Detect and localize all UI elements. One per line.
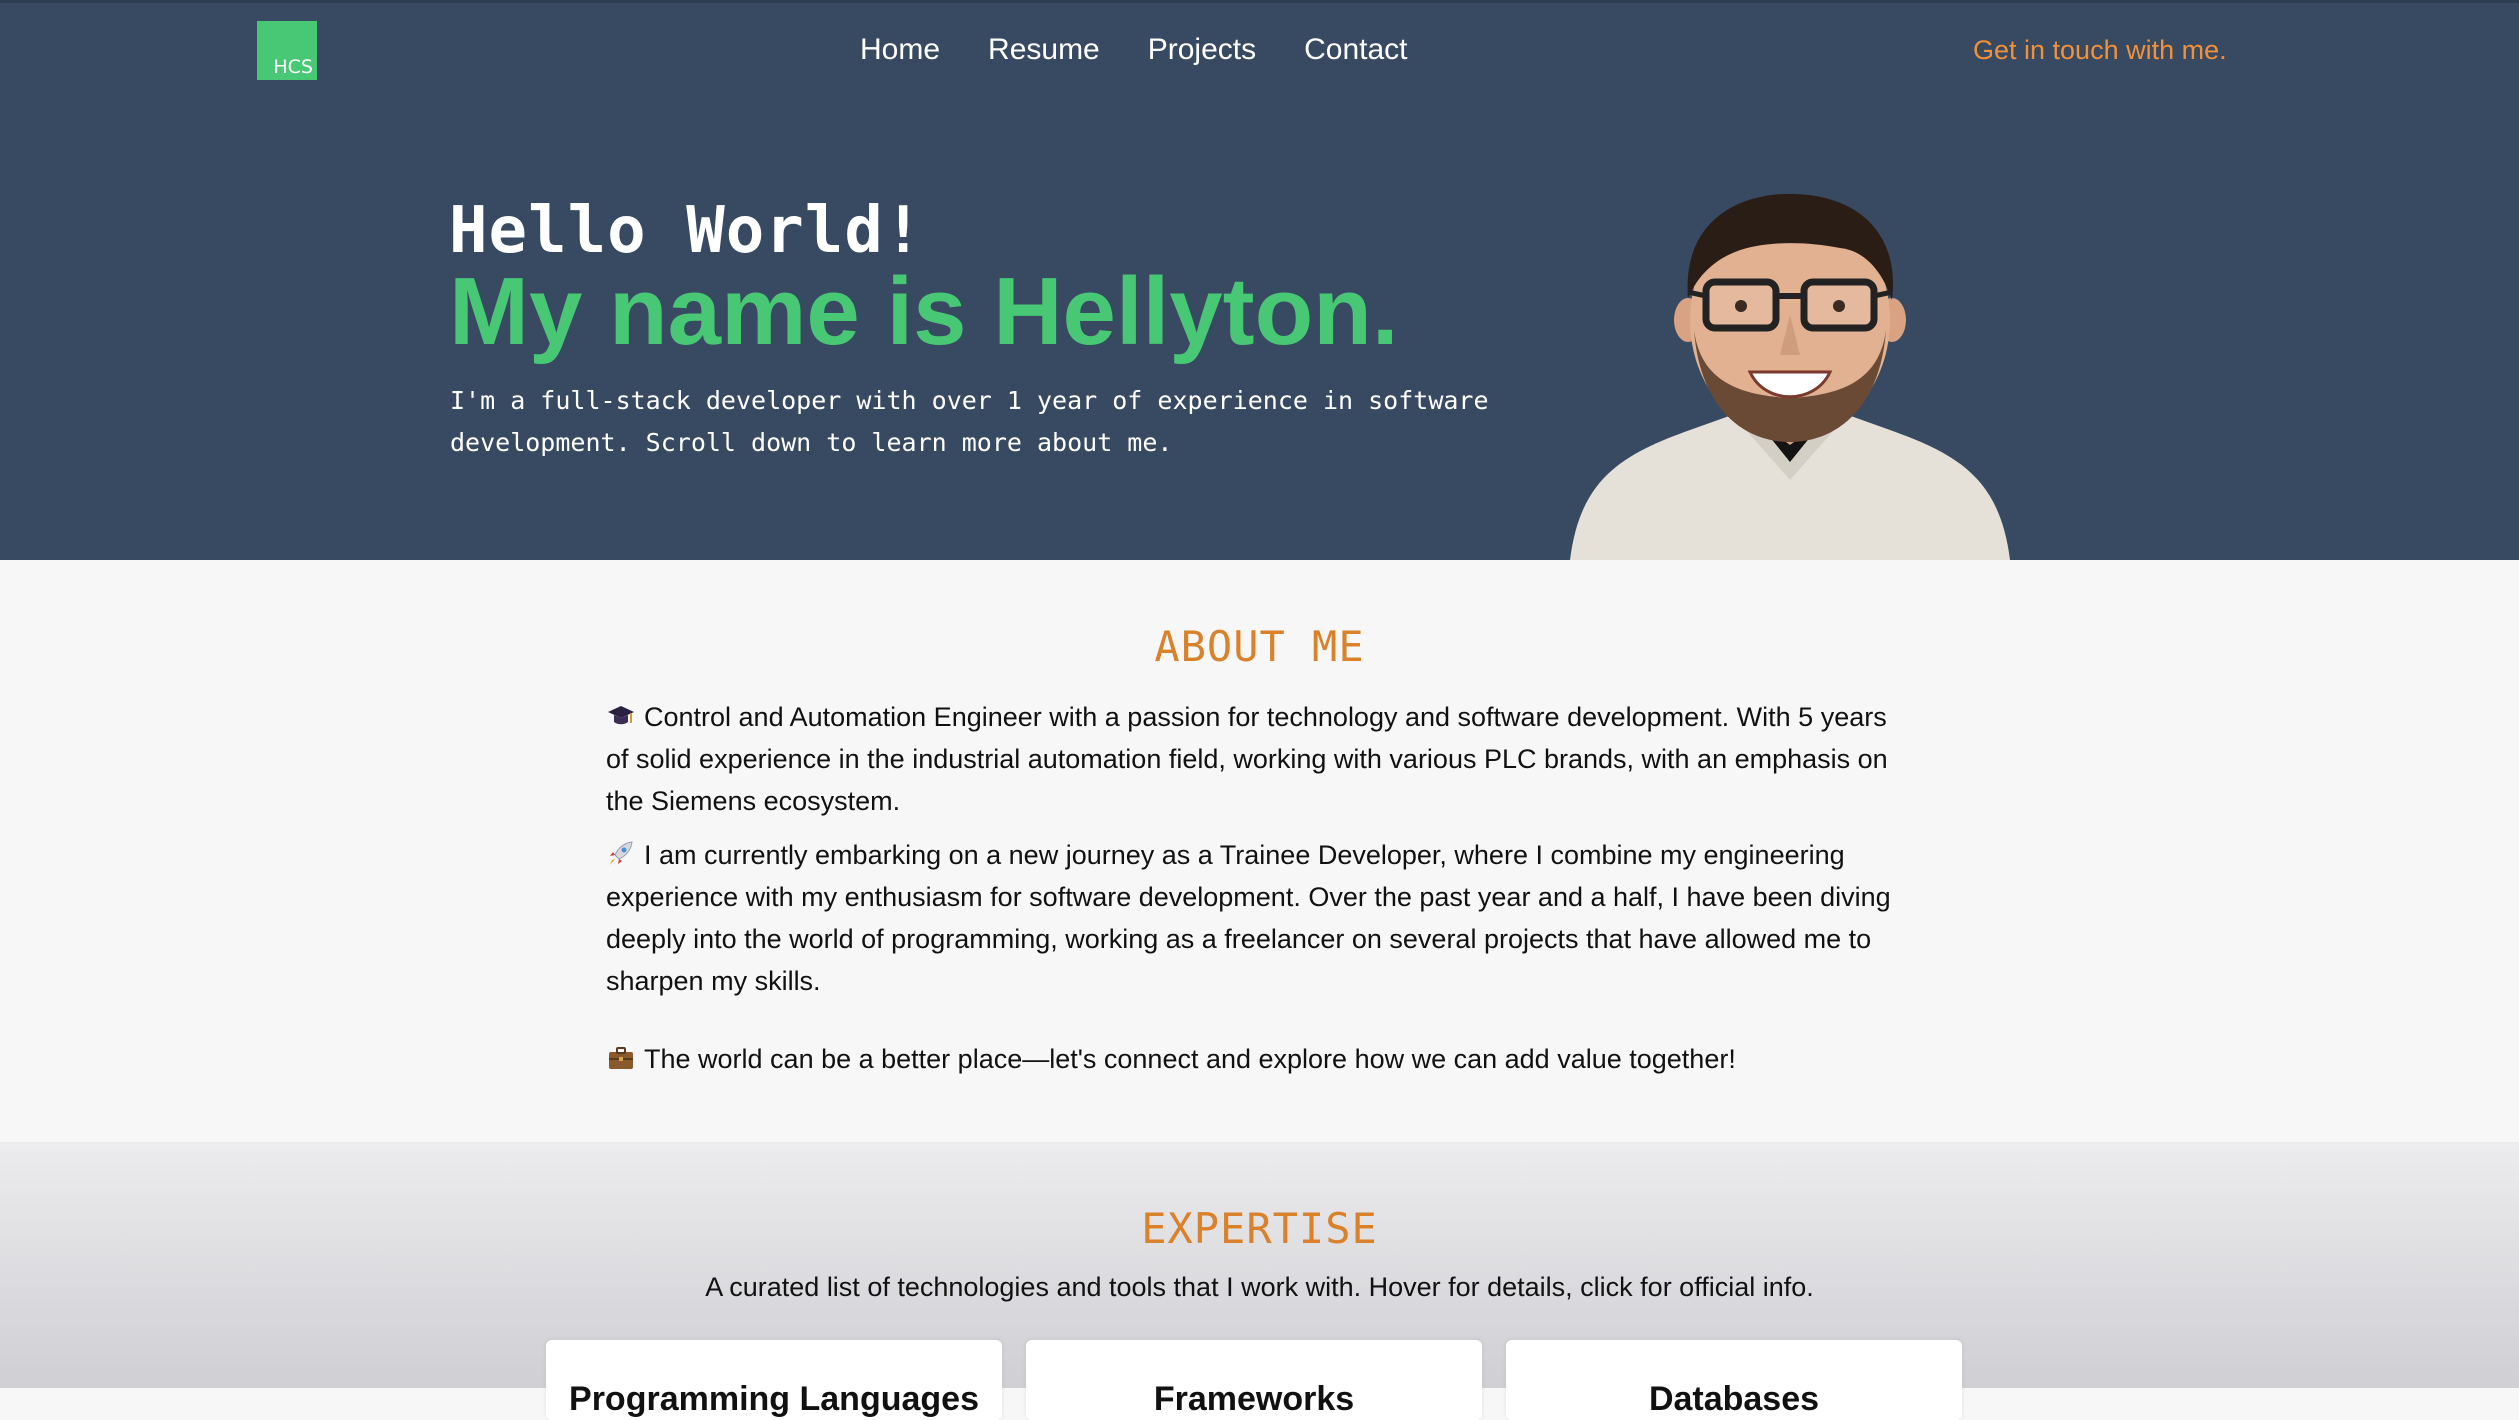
about-text: The world can be a better place—let's co… xyxy=(644,1044,1736,1074)
about-section: ABOUT ME Control and Automation Engineer… xyxy=(0,560,2519,1142)
hero-intro: I'm a full-stack developer with over 1 y… xyxy=(450,386,1489,457)
expertise-title: EXPERTISE xyxy=(1141,1204,1378,1253)
card-title: Programming Languages xyxy=(569,1380,979,1418)
nav-resume[interactable]: Resume xyxy=(988,30,1100,70)
profile-photo xyxy=(1570,193,2010,560)
nav-home[interactable]: Home xyxy=(860,30,940,70)
graduation-cap-icon xyxy=(608,706,634,725)
about-paragraph: The world can be a better place—let's co… xyxy=(606,1038,1906,1080)
hero-name: My name is Hellyton. xyxy=(449,258,1399,365)
logo[interactable]: HCS xyxy=(257,21,317,80)
briefcase-icon xyxy=(609,1047,633,1069)
expertise-card-databases[interactable]: Databases xyxy=(1506,1340,1962,1420)
main-nav: Home Resume Projects Contact xyxy=(860,30,1456,70)
hero-section: HCS Home Resume Projects Contact Get in … xyxy=(0,0,2519,560)
about-title: ABOUT ME xyxy=(1154,622,1365,671)
about-text: I am currently embarking on a new journe… xyxy=(606,840,1891,996)
card-title: Databases xyxy=(1648,1380,1820,1418)
expertise-section: EXPERTISE A curated list of technologies… xyxy=(0,1142,2519,1420)
rocket-icon xyxy=(610,841,633,865)
expertise-card-frameworks[interactable]: Frameworks xyxy=(1026,1340,1482,1420)
expertise-subtitle: A curated list of technologies and tools… xyxy=(705,1272,1814,1302)
nav-contact[interactable]: Contact xyxy=(1304,30,1407,70)
about-text: Control and Automation Engineer with a p… xyxy=(606,702,1888,816)
about-paragraph: I am currently embarking on a new journe… xyxy=(606,834,1906,1002)
expertise-card-programming-languages[interactable]: Programming Languages xyxy=(546,1340,1002,1420)
card-title: Frameworks xyxy=(1153,1380,1355,1418)
about-paragraph: Control and Automation Engineer with a p… xyxy=(606,696,1906,822)
nav-projects[interactable]: Projects xyxy=(1148,30,1256,70)
get-in-touch-link[interactable]: Get in touch with me. xyxy=(1973,30,2227,70)
